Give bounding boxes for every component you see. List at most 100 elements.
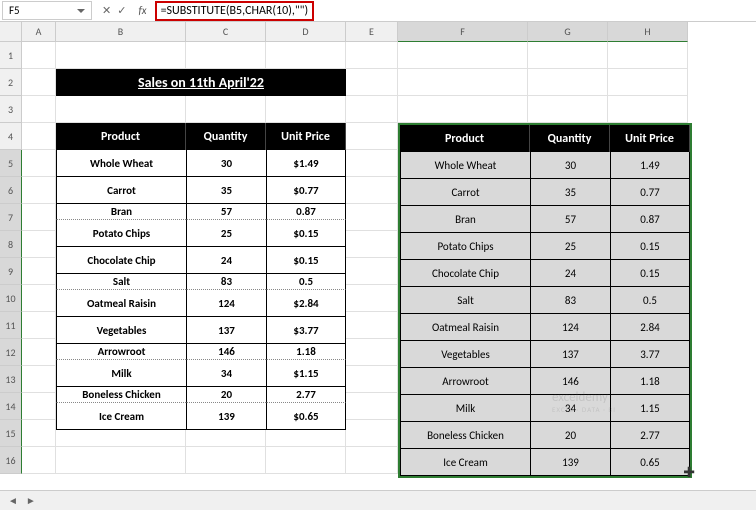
table-cell[interactable]: 1.18: [266, 344, 346, 360]
cell[interactable]: [22, 312, 56, 339]
table-row[interactable]: Whole Wheat301.49: [400, 152, 690, 179]
col-header-C[interactable]: C: [186, 22, 266, 42]
table-cell[interactable]: 20: [530, 422, 610, 449]
cell[interactable]: [346, 366, 398, 393]
col-header-E[interactable]: E: [346, 22, 398, 42]
table-cell[interactable]: Ice Cream: [56, 403, 186, 430]
formula-input[interactable]: =SUBSTITUTE(B5,CHAR(10),""): [151, 0, 756, 23]
table-cell[interactable]: 137: [530, 341, 610, 368]
table-cell[interactable]: Whole Wheat: [56, 150, 186, 177]
cell[interactable]: [22, 447, 56, 474]
table-row[interactable]: Carrot35$0.77: [56, 177, 346, 204]
row-header-2[interactable]: 2: [0, 69, 22, 96]
table-row[interactable]: Milk341.15: [400, 395, 690, 422]
table-cell[interactable]: $2.84: [266, 290, 346, 317]
cell[interactable]: [528, 69, 608, 96]
table-cell[interactable]: 34: [186, 360, 266, 387]
cell[interactable]: [346, 312, 398, 339]
cell[interactable]: [608, 42, 688, 69]
table-cell[interactable]: 25: [186, 220, 266, 247]
cell[interactable]: [266, 42, 346, 69]
cell[interactable]: [22, 177, 56, 204]
table-row[interactable]: Ice Cream1390.65: [400, 449, 690, 476]
cell[interactable]: [398, 96, 528, 123]
cell[interactable]: [22, 258, 56, 285]
table-cell[interactable]: 146: [186, 344, 266, 360]
table-cell[interactable]: Bran: [400, 206, 530, 233]
cell[interactable]: [22, 393, 56, 420]
row-header-8[interactable]: 8: [0, 231, 22, 258]
cell[interactable]: [266, 447, 346, 474]
row-header-9[interactable]: 9: [0, 258, 22, 285]
cell[interactable]: [22, 366, 56, 393]
table-row[interactable]: Bran570.87: [400, 206, 690, 233]
table-cell[interactable]: Whole Wheat: [400, 152, 530, 179]
name-box-dropdown-icon[interactable]: [77, 9, 85, 13]
table-cell[interactable]: Oatmeal Raisin: [400, 314, 530, 341]
table-cell[interactable]: 24: [530, 260, 610, 287]
table-cell[interactable]: 57: [530, 206, 610, 233]
cell[interactable]: [346, 420, 398, 447]
table-cell[interactable]: Bran: [56, 204, 186, 220]
table-cell[interactable]: 0.87: [610, 206, 690, 233]
table-row[interactable]: Oatmeal Raisin1242.84: [400, 314, 690, 341]
cell[interactable]: [346, 69, 398, 96]
table-row[interactable]: Boneless Chicken202.77: [56, 387, 346, 403]
row-header-11[interactable]: 11: [0, 312, 22, 339]
cell[interactable]: [22, 285, 56, 312]
cell[interactable]: [22, 204, 56, 231]
cell[interactable]: [22, 420, 56, 447]
table-cell[interactable]: 139: [530, 449, 610, 476]
table-cell[interactable]: Vegetables: [56, 317, 186, 344]
cell[interactable]: [346, 123, 398, 150]
cell[interactable]: [346, 96, 398, 123]
col-header-G[interactable]: G: [528, 22, 608, 42]
row-header-3[interactable]: 3: [0, 96, 22, 123]
table-cell[interactable]: Salt: [56, 274, 186, 290]
table-cell[interactable]: Boneless Chicken: [400, 422, 530, 449]
table-cell[interactable]: 83: [530, 287, 610, 314]
fx-label[interactable]: fx: [134, 4, 150, 17]
table-cell[interactable]: 24: [186, 247, 266, 274]
table-cell[interactable]: 0.87: [266, 204, 346, 220]
tab-nav-prev-icon[interactable]: ◄: [8, 494, 18, 507]
fill-handle-icon[interactable]: ✚: [683, 464, 695, 481]
col-header-H[interactable]: H: [608, 22, 688, 42]
table-row[interactable]: Vegetables1373.77: [400, 341, 690, 368]
cell[interactable]: [186, 447, 266, 474]
table-cell[interactable]: 0.5: [266, 274, 346, 290]
table-cell[interactable]: $0.65: [266, 403, 346, 430]
row-header-5[interactable]: 5: [0, 150, 22, 177]
cell[interactable]: [608, 96, 688, 123]
table-cell[interactable]: Chocolate Chip: [400, 260, 530, 287]
table-cell[interactable]: 2.84: [610, 314, 690, 341]
tab-nav-next-icon[interactable]: ►: [26, 494, 36, 507]
name-box[interactable]: F5: [2, 1, 92, 20]
table-cell[interactable]: 25: [530, 233, 610, 260]
table-row[interactable]: Chocolate Chip24$0.15: [56, 247, 346, 274]
confirm-icon[interactable]: ✓: [117, 4, 126, 17]
table-cell[interactable]: $1.15: [266, 360, 346, 387]
cancel-icon[interactable]: ✕: [102, 4, 111, 17]
row-header-16[interactable]: 16: [0, 447, 22, 474]
table-cell[interactable]: $0.15: [266, 247, 346, 274]
cell[interactable]: [528, 96, 608, 123]
table-cell[interactable]: 0.65: [610, 449, 690, 476]
cell[interactable]: [22, 96, 56, 123]
cell[interactable]: [56, 447, 186, 474]
cell[interactable]: [22, 339, 56, 366]
table-row[interactable]: Whole Wheat30$1.49: [56, 150, 346, 177]
table-cell[interactable]: $0.77: [266, 177, 346, 204]
col-header-B[interactable]: B: [56, 22, 186, 42]
table-row[interactable]: Chocolate Chip240.15: [400, 260, 690, 287]
table-cell[interactable]: 0.15: [610, 260, 690, 287]
table-cell[interactable]: 146: [530, 368, 610, 395]
table-cell[interactable]: Ice Cream: [400, 449, 530, 476]
cell[interactable]: [186, 42, 266, 69]
table-cell[interactable]: Milk: [400, 395, 530, 422]
cell[interactable]: [528, 42, 608, 69]
cell[interactable]: [346, 447, 398, 474]
table-cell[interactable]: Milk: [56, 360, 186, 387]
table-cell[interactable]: Carrot: [56, 177, 186, 204]
row-header-15[interactable]: 15: [0, 420, 22, 447]
